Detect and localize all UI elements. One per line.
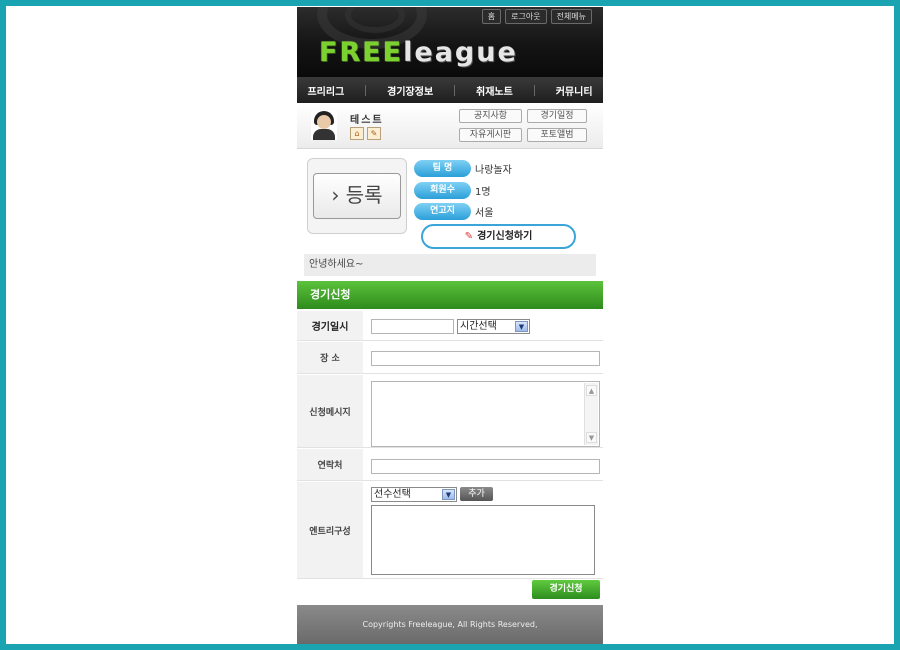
form-row-entry: 엔트리구성 선수선택 ▼ 추가	[297, 482, 603, 579]
main-nav: 프리리그 경기장정보 취재노트 커뮤니티	[297, 77, 603, 103]
match-apply-label: 경기신청하기	[477, 231, 533, 242]
hometown-row: 연고지 서울	[414, 203, 493, 220]
logo-part-1: FREE	[319, 37, 404, 68]
nav-item-community[interactable]: 커뮤니티	[556, 83, 593, 98]
mobile-page: 홈 로그아웃 전체메뉴 FREEleague 프리리그 경기장정보 취재노트 커…	[297, 7, 603, 644]
member-count-row: 회원수 1명	[414, 182, 491, 199]
date-input[interactable]	[371, 319, 454, 334]
avatar-face	[317, 115, 331, 129]
scroll-down-icon[interactable]: ▼	[586, 432, 597, 443]
footer-copyright: Copyrights Freeleague, All Rights Reserv…	[297, 605, 603, 644]
home-icon[interactable]: ⌂	[350, 127, 364, 140]
avatar	[311, 110, 337, 140]
nav-divider	[454, 84, 456, 96]
team-name-row: 팀 명 나랑놀자	[414, 160, 512, 177]
member-count-value: 1명	[475, 187, 491, 198]
chevron-down-icon: ▼	[442, 489, 455, 500]
home-link[interactable]: 홈	[481, 9, 502, 24]
player-select-value: 선수선택	[374, 489, 411, 500]
scrollbar[interactable]: ▲ ▼	[584, 383, 598, 445]
photo-album-link[interactable]: 포토앨범	[527, 128, 587, 142]
nav-item-stadium-info[interactable]: 경기장정보	[387, 83, 433, 98]
place-label: 장 소	[297, 342, 363, 373]
hometown-label: 연고지	[414, 203, 471, 220]
site-header: 홈 로그아웃 전체메뉴 FREEleague	[297, 7, 603, 77]
form-row-contact: 연락처	[297, 449, 603, 481]
notice-link[interactable]: 공지사항	[459, 109, 522, 123]
form-row-message: 신청메시지 ▲ ▼	[297, 375, 603, 448]
nav-item-freeleague[interactable]: 프리리그	[307, 83, 344, 98]
quick-links: 공지사항 경기일정 자유게시판 포토앨범	[459, 109, 587, 142]
user-name: 테스트	[350, 115, 384, 126]
form-row-place: 장 소	[297, 342, 603, 374]
message-textarea[interactable]: ▲ ▼	[371, 381, 600, 447]
contact-label: 연락처	[297, 449, 363, 480]
hometown-value: 서울	[475, 208, 494, 219]
entry-list-box[interactable]	[371, 505, 595, 575]
site-logo[interactable]: FREEleague	[319, 37, 518, 68]
user-bar: 테스트 ⌂ ✎ 공지사항 경기일정 자유게시판 포토앨범	[297, 103, 603, 149]
match-apply-button[interactable]: ✎ 경기신청하기	[421, 224, 576, 249]
pencil-icon: ✎	[464, 231, 474, 242]
logo-part-2: league	[403, 37, 518, 68]
submit-match-button[interactable]: 경기신청	[532, 580, 600, 599]
time-select-value: 시간선택	[460, 321, 497, 332]
register-button[interactable]: › 등록	[313, 173, 401, 219]
player-select[interactable]: 선수선택 ▼	[371, 487, 457, 502]
logout-link[interactable]: 로그아웃	[505, 9, 547, 24]
scroll-up-icon[interactable]: ▲	[586, 385, 597, 396]
schedule-link[interactable]: 경기일정	[527, 109, 587, 123]
place-input[interactable]	[371, 351, 600, 366]
avatar-body	[313, 129, 335, 140]
user-icons: ⌂ ✎	[350, 127, 381, 140]
add-player-button[interactable]: 추가	[460, 487, 493, 501]
free-board-link[interactable]: 자유게시판	[459, 128, 522, 142]
entry-label: 엔트리구성	[297, 482, 363, 578]
greeting-message: 안녕하세요~	[304, 254, 596, 276]
member-count-label: 회원수	[414, 182, 471, 199]
contact-input[interactable]	[371, 459, 600, 474]
team-name-value: 나랑놀자	[475, 165, 512, 176]
team-name-label: 팀 명	[414, 160, 471, 177]
all-menu-link[interactable]: 전체메뉴	[550, 9, 592, 24]
message-label: 신청메시지	[297, 375, 363, 447]
nav-item-news-notes[interactable]: 취재노트	[476, 83, 513, 98]
top-links: 홈 로그아웃 전체메뉴	[481, 9, 592, 24]
chevron-down-icon: ▼	[515, 321, 528, 332]
nav-divider	[533, 84, 535, 96]
form-row-date: 경기일시 시간선택 ▼	[297, 311, 603, 341]
section-title: 경기신청	[297, 281, 603, 309]
edit-icon[interactable]: ✎	[367, 127, 381, 140]
team-logo-box: › 등록	[307, 158, 407, 234]
date-label: 경기일시	[297, 311, 363, 340]
nav-divider	[365, 84, 367, 96]
time-select[interactable]: 시간선택 ▼	[457, 319, 530, 334]
